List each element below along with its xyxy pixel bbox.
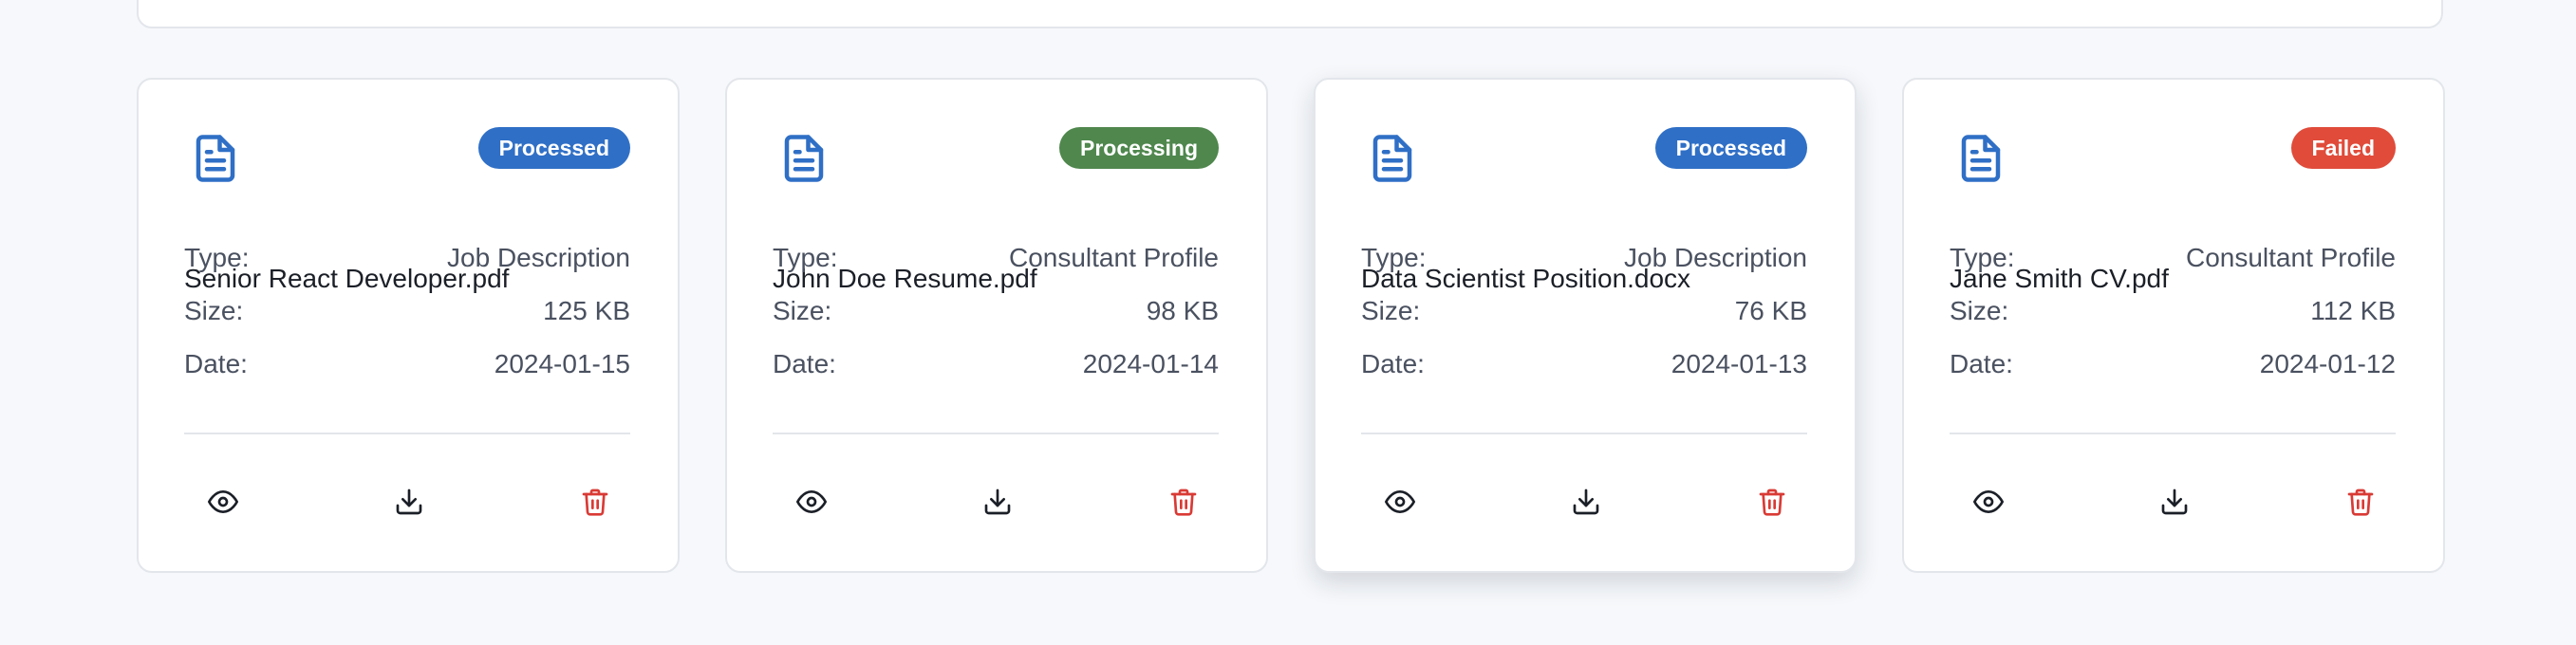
type-row: Type: Job Description: [184, 239, 630, 277]
size-row: Size: 112 KB: [1950, 292, 2396, 330]
date-label: Date:: [184, 349, 248, 378]
download-button[interactable]: [2145, 472, 2204, 531]
type-label: Type:: [773, 243, 838, 272]
size-label: Size:: [184, 296, 244, 325]
status-badge: Failed: [2290, 127, 2396, 169]
download-icon: [982, 487, 1013, 517]
top-panel: [137, 0, 2443, 28]
status-badge: Processed: [477, 127, 630, 169]
type-row: Type: Job Description: [1361, 239, 1807, 277]
divider: [1950, 433, 2396, 434]
file-text-icon: [190, 129, 241, 188]
eye-icon: [1385, 487, 1415, 517]
size-value: 76 KB: [1734, 296, 1807, 325]
view-button[interactable]: [1371, 472, 1429, 531]
download-icon: [2159, 487, 2190, 517]
file-text-icon: [1367, 129, 1418, 188]
eye-icon: [796, 487, 827, 517]
divider: [184, 433, 630, 434]
type-row: Type: Consultant Profile: [1950, 239, 2396, 277]
size-value: 125 KB: [543, 296, 630, 325]
date-value: 2024-01-15: [494, 349, 630, 378]
delete-button[interactable]: [2331, 472, 2390, 531]
delete-button[interactable]: [566, 472, 625, 531]
size-row: Size: 76 KB: [1361, 292, 1807, 330]
download-button[interactable]: [968, 472, 1027, 531]
type-row: Type: Consultant Profile: [773, 239, 1219, 277]
size-value: 98 KB: [1146, 296, 1219, 325]
date-value: 2024-01-12: [2259, 349, 2396, 378]
document-card[interactable]: Processed Senior React Developer.pdf Type:…: [137, 78, 680, 573]
delete-button[interactable]: [1154, 472, 1213, 531]
size-value: 112 KB: [2310, 296, 2396, 325]
divider: [1361, 433, 1807, 434]
type-value: Consultant Profile: [2185, 243, 2396, 272]
date-row: Date: 2024-01-13: [1361, 345, 1807, 383]
size-label: Size:: [1950, 296, 2009, 325]
status-badge: Processing: [1059, 127, 1219, 169]
file-text-icon: [1955, 129, 2007, 188]
date-value: 2024-01-13: [1671, 349, 1807, 378]
view-button[interactable]: [1959, 472, 2018, 531]
date-value: 2024-01-14: [1082, 349, 1219, 378]
delete-button[interactable]: [1743, 472, 1801, 531]
eye-icon: [208, 487, 238, 517]
date-label: Date:: [773, 349, 836, 378]
size-row: Size: 98 KB: [773, 292, 1219, 330]
trash-icon: [1757, 487, 1787, 517]
type-value: Job Description: [447, 243, 630, 272]
date-row: Date: 2024-01-15: [184, 345, 630, 383]
trash-icon: [580, 487, 610, 517]
date-label: Date:: [1950, 349, 2013, 378]
view-button[interactable]: [194, 472, 252, 531]
size-label: Size:: [773, 296, 832, 325]
document-card[interactable]: Processed Data Scientist Position.docx Typ…: [1314, 78, 1857, 573]
trash-icon: [2345, 487, 2376, 517]
divider: [773, 433, 1219, 434]
type-label: Type:: [184, 243, 250, 272]
size-label: Size:: [1361, 296, 1421, 325]
file-text-icon: [778, 129, 830, 188]
date-label: Date:: [1361, 349, 1425, 378]
type-label: Type:: [1361, 243, 1427, 272]
trash-icon: [1168, 487, 1199, 517]
date-row: Date: 2024-01-12: [1950, 345, 2396, 383]
download-button[interactable]: [380, 472, 439, 531]
type-value: Job Description: [1624, 243, 1807, 272]
document-card[interactable]: Processing John Doe Resume.pdf Type: Consul…: [725, 78, 1268, 573]
document-card[interactable]: Failed Jane Smith CV.pdf Type: Consultant P…: [1902, 78, 2445, 573]
size-row: Size: 125 KB: [184, 292, 630, 330]
status-badge: Processed: [1654, 127, 1807, 169]
download-icon: [1571, 487, 1601, 517]
type-value: Consultant Profile: [1008, 243, 1219, 272]
type-label: Type:: [1950, 243, 2015, 272]
eye-icon: [1973, 487, 2004, 517]
download-button[interactable]: [1557, 472, 1615, 531]
download-icon: [394, 487, 424, 517]
date-row: Date: 2024-01-14: [773, 345, 1219, 383]
view-button[interactable]: [782, 472, 841, 531]
